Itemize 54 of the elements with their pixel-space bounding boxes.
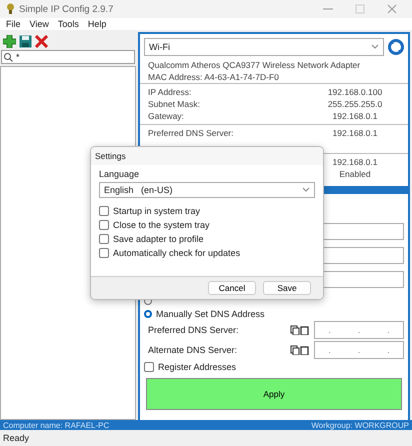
computer-name: Computer name: RAFAEL-PC (3, 420, 110, 430)
dns-input-field[interactable]: . . . (314, 341, 404, 359)
checkbox[interactable] (144, 362, 154, 372)
delete-icon[interactable] (35, 34, 48, 48)
menu-item[interactable]: View (30, 19, 49, 29)
checkbox-label: Automatically check for updates (113, 248, 240, 258)
save-icon[interactable] (19, 34, 32, 48)
info-value: 192.168.0.100 (326, 87, 384, 97)
checkbox-label: Register Addresses (158, 362, 236, 372)
info-value: Enabled (338, 169, 372, 179)
status-text: Ready (3, 433, 30, 443)
language-label: Language (99, 169, 140, 179)
checkbox-label: Save adapter to profile (113, 234, 204, 244)
info-label: Preferred DNS Server: (148, 128, 234, 138)
language-dropdown[interactable]: English (en-US) (99, 182, 315, 198)
caret-icon (371, 44, 379, 50)
copy-paste-icon[interactable] (290, 345, 310, 355)
info-label: Gateway: (148, 111, 184, 121)
lightbulb-icon (6, 3, 15, 15)
menu-item[interactable]: Help (88, 19, 106, 29)
caret-icon (302, 187, 310, 193)
plus-icon[interactable] (3, 34, 16, 48)
menu-item[interactable]: Tools (58, 19, 79, 29)
dns-label: Preferred DNS Server: (148, 325, 239, 335)
menu-item[interactable]: File (6, 19, 21, 29)
info-value: 192.168.0.1 (332, 111, 378, 121)
dns-label: Alternate DNS Server: (148, 345, 238, 355)
refresh-icon[interactable] (388, 39, 404, 55)
search-field[interactable]: * (1, 50, 135, 64)
checkbox[interactable] (99, 206, 109, 216)
dialog-title: Settings (95, 151, 126, 161)
workgroup: Workgroup: WORKGROUP (311, 420, 409, 430)
dns-input-field[interactable]: . . . (314, 321, 404, 339)
adapter-dropdown[interactable]: Wi-Fi (144, 38, 384, 56)
info-value: 192.168.0.1 (332, 157, 378, 167)
radio-label: Manually Set DNS Address (156, 308, 265, 318)
info-label: IP Address: (148, 87, 192, 97)
window-title: Simple IP Config 2.9.7 (19, 4, 114, 14)
info-value: 192.168.0.1 (332, 128, 378, 138)
checkbox[interactable] (99, 220, 109, 230)
apply-button[interactable]: Apply (146, 378, 402, 410)
checkbox[interactable] (99, 234, 109, 244)
adapter-description: Qualcomm Atheros QCA9377 Wireless Network Adapter (148, 60, 360, 70)
dialog-button[interactable]: Cancel (208, 281, 256, 295)
info-label: Subnet Mask: (148, 99, 200, 109)
checkbox-label: Startup in system tray (113, 206, 200, 216)
mac-address: MAC Address: A4-63-A1-74-7D-F0 (148, 72, 279, 82)
copy-paste-icon[interactable] (290, 325, 310, 335)
info-value: 255.255.255.0 (326, 99, 384, 109)
dialog-button[interactable]: Save (263, 281, 311, 295)
search-icon (4, 52, 13, 62)
radio-button[interactable] (144, 310, 152, 318)
checkbox[interactable] (99, 248, 109, 258)
checkbox-label: Close to the system tray (113, 220, 210, 230)
